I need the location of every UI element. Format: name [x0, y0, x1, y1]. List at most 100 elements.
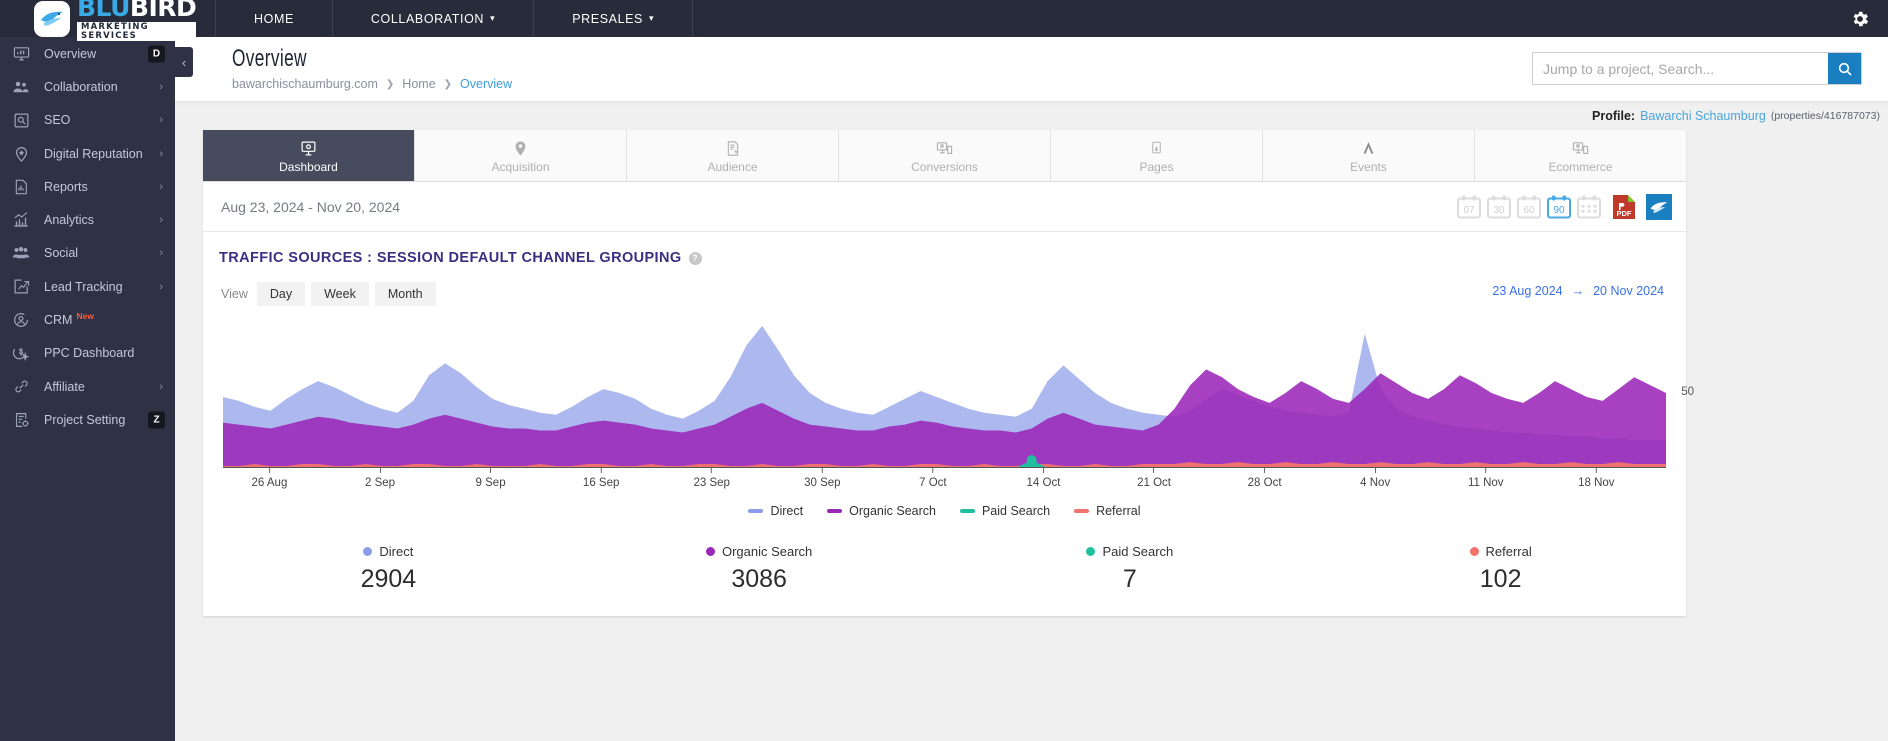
chevron-right-icon: ❯: [385, 78, 395, 90]
legend-item-referral[interactable]: Referral: [1074, 504, 1141, 518]
panel-title: TRAFFIC SOURCES : SESSION DEFAULT CHANNE…: [219, 250, 682, 266]
sidebar-item-lead-tracking[interactable]: Lead Tracking ›: [0, 270, 175, 303]
document-chart-icon: [11, 177, 31, 197]
legend-label: Referral: [1096, 504, 1141, 518]
x-tick-mark: [1264, 468, 1266, 473]
x-tick-mark: [1153, 468, 1155, 473]
svg-text:PDF: PDF: [1617, 209, 1632, 218]
chart-point-paid-search: [1026, 455, 1037, 466]
sidebar-item-overview[interactable]: Overview D: [0, 37, 175, 70]
x-tick-mark: [1374, 468, 1376, 473]
traffic-sources-chart[interactable]: 50: [223, 320, 1694, 468]
sidebar-item-project-setting[interactable]: Project Setting Z: [0, 403, 175, 436]
date-preset-group: 07 30 60 90 PDF: [1456, 193, 1672, 220]
tab-audience[interactable]: Audience: [627, 130, 839, 181]
chevron-right-icon: ›: [159, 214, 163, 227]
gear-icon[interactable]: [1850, 9, 1870, 29]
x-tick-mark: [379, 468, 381, 473]
sidebar-collapse-toggle[interactable]: ‹: [175, 47, 193, 77]
dollar-cursor-icon: [11, 343, 31, 363]
sidebar-item-crm[interactable]: CRM New: [0, 303, 175, 336]
pin-star-icon: [11, 144, 31, 164]
x-tick-text: 11 Nov: [1467, 477, 1504, 489]
metric-label: Paid Search: [1102, 544, 1174, 559]
view-controls: View Day Week Month 23 Aug 2024 → 20 Nov…: [203, 266, 1686, 306]
topnav-label-presales: PRESALES: [572, 11, 643, 26]
chevron-right-icon: ›: [159, 80, 163, 93]
tab-acquisition[interactable]: Acquisition: [415, 130, 627, 181]
pdf-export-icon[interactable]: PDF: [1612, 194, 1636, 220]
calendar-icon[interactable]: [1576, 194, 1602, 220]
sidebar-label-overview: Overview: [44, 46, 97, 61]
x-tick-mark: [490, 468, 492, 473]
tab-events[interactable]: Events: [1263, 130, 1475, 181]
x-tick-label: 2 Sep: [365, 468, 395, 489]
chart-x-axis: 26 Aug 2 Sep 9 Sep 16 Sep 23 Sep 30 Sep 7 Oct 1…: [223, 468, 1666, 500]
page-title: Overview: [232, 45, 307, 72]
preset-07-button[interactable]: 07: [1456, 194, 1482, 220]
app-logo[interactable]: BLUBIRD MARKETING SERVICES: [0, 0, 197, 42]
breadcrumb-item-overview[interactable]: Overview: [460, 77, 512, 91]
x-tick-text: 2 Sep: [364, 477, 396, 489]
search-button[interactable]: [1828, 53, 1861, 84]
sidebar-label-crm: CRM: [44, 313, 73, 328]
legend-item-paid-search[interactable]: Paid Search: [959, 504, 1050, 518]
x-tick-label: 18 Nov: [1578, 468, 1615, 489]
topnav-item-collaboration[interactable]: COLLABORATION ▾: [333, 0, 535, 37]
x-tick-text: 28 Oct: [1247, 477, 1282, 489]
legend-item-direct[interactable]: Direct: [748, 504, 803, 518]
x-tick-text: 30 Sep: [804, 477, 841, 489]
metric-value: 102: [1479, 565, 1522, 593]
chart-date-range: 23 Aug 2024 → 20 Nov 2024: [1492, 284, 1664, 298]
legend-label: Organic Search: [849, 504, 936, 518]
legend-swatch: [959, 509, 975, 513]
preset-90-button[interactable]: 90: [1546, 194, 1572, 220]
sidebar-item-ppc-dashboard[interactable]: PPC Dashboard: [0, 337, 175, 370]
legend-swatch: [827, 509, 843, 513]
profile-label: Profile:: [1592, 109, 1636, 123]
user-circle-icon: [11, 310, 31, 330]
breadcrumb-item-home[interactable]: Home: [402, 77, 435, 91]
sidebar-item-affiliate[interactable]: Affiliate ›: [0, 370, 175, 403]
sidebar-item-analytics[interactable]: Analytics ›: [0, 203, 175, 236]
preset-60-button[interactable]: 60: [1516, 194, 1542, 220]
chart-range-end[interactable]: 20 Nov 2024: [1593, 284, 1664, 298]
page-header: Overview bawarchischaumburg.com ❯ Home ❯…: [175, 37, 1888, 102]
topnav-item-presales[interactable]: PRESALES ▾: [534, 0, 694, 37]
tab-pages[interactable]: Pages: [1051, 130, 1263, 181]
view-day-button[interactable]: Day: [256, 282, 306, 306]
map-pin-person-icon: [512, 138, 529, 157]
x-tick-mark: [600, 468, 602, 473]
tab-dashboard[interactable]: Dashboard: [203, 130, 415, 181]
sidebar-shortcut-project-setting: Z: [148, 411, 165, 429]
chart-legend: Direct Organic Search Paid Search Referral: [203, 504, 1686, 518]
sidebar-item-reports[interactable]: Reports ›: [0, 170, 175, 203]
svg-text:60: 60: [1523, 205, 1535, 216]
sidebar-item-collaboration[interactable]: Collaboration ›: [0, 70, 175, 103]
tab-label-conversions: Conversions: [911, 159, 978, 174]
sidebar-item-seo[interactable]: SEO ›: [0, 104, 175, 137]
legend-swatch: [1074, 509, 1090, 513]
topnav-label-home: HOME: [254, 11, 294, 26]
metric-header: Referral: [1469, 544, 1532, 559]
chart-range-start[interactable]: 23 Aug 2024: [1492, 284, 1562, 298]
top-navigation: HOME COLLABORATION ▾ PRESALES ▾: [215, 0, 694, 37]
sidebar-label-lead-tracking: Lead Tracking: [44, 279, 123, 294]
tab-ecommerce[interactable]: Ecommerce: [1475, 130, 1686, 181]
tab-conversions[interactable]: Conversions: [839, 130, 1051, 181]
view-week-button[interactable]: Week: [311, 282, 369, 306]
breadcrumb-item-domain[interactable]: bawarchischaumburg.com: [232, 77, 378, 91]
search-input[interactable]: [1533, 53, 1828, 84]
profile-name-link[interactable]: Bawarchi Schaumburg: [1640, 109, 1766, 123]
topnav-item-home[interactable]: HOME: [215, 0, 333, 37]
legend-item-organic-search[interactable]: Organic Search: [827, 504, 936, 518]
view-month-button[interactable]: Month: [374, 282, 436, 306]
preset-30-button[interactable]: 30: [1486, 194, 1512, 220]
metric-header: Organic Search: [705, 544, 812, 559]
question-mark-icon[interactable]: ?: [688, 251, 702, 265]
sidebar-item-digital-reputation[interactable]: Digital Reputation ›: [0, 137, 175, 170]
x-tick-mark: [821, 468, 823, 473]
blubird-logo-icon[interactable]: [1646, 193, 1672, 220]
metric-organic-search: Organic Search 3086: [574, 544, 945, 594]
sidebar-item-social[interactable]: Social ›: [0, 237, 175, 270]
